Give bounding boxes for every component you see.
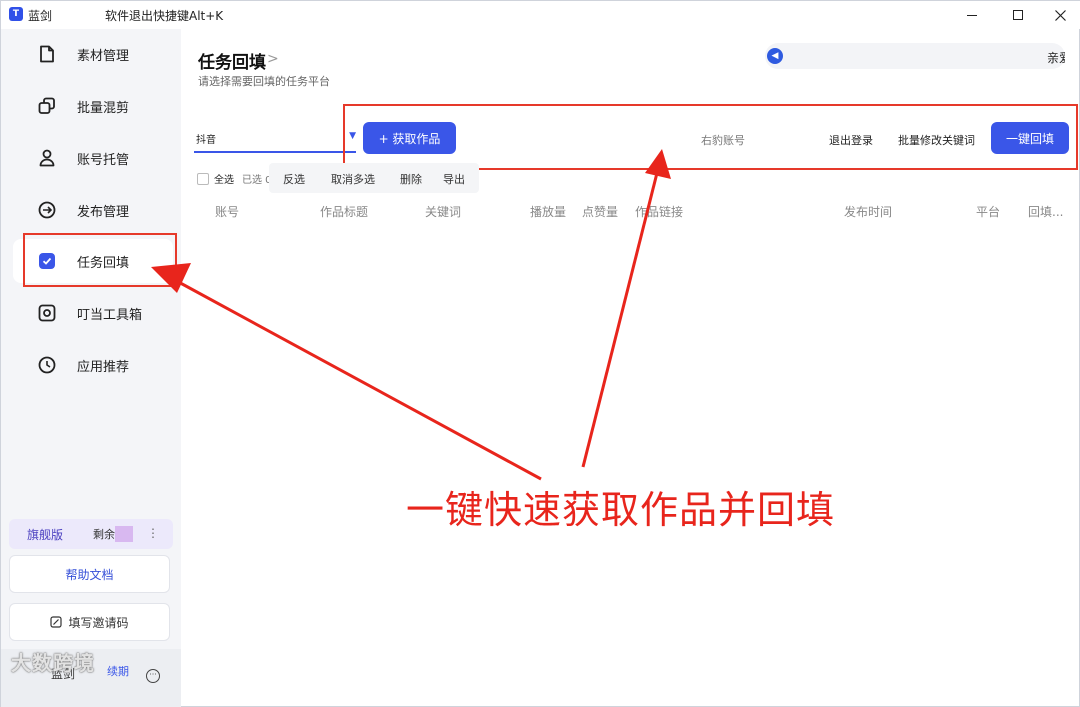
select-all-label: 全选 (214, 175, 234, 186)
platform-select[interactable]: 抖音 ▼ (194, 125, 356, 153)
page-subtitle: 请选择需要回填的任务平台 (198, 75, 330, 88)
plan-name: 旗舰版 (27, 527, 64, 542)
sidebar-item-label: 应用推荐 (77, 359, 130, 375)
delete-button[interactable]: 删除 (400, 171, 422, 187)
minimize-icon (967, 14, 977, 16)
select-all-checkbox[interactable] (197, 172, 209, 185)
column-header-keywords[interactable]: 关键词 (425, 203, 461, 220)
bulk-action-bar: 反选 取消多选 删除 导出 (269, 163, 479, 193)
column-header-link[interactable]: 作品链接 (635, 203, 683, 220)
sidebar-item-label: 批量混剪 (77, 100, 130, 116)
app-logo-icon: T (9, 7, 23, 21)
breadcrumb-arrow-icon: > (267, 51, 279, 67)
export-button[interactable]: 导出 (443, 171, 465, 187)
cancel-multi-select-button[interactable]: 取消多选 (331, 171, 375, 187)
sidebar-item-accounts[interactable]: 账号托管 (13, 136, 173, 180)
plan-remaining: 剩余 (93, 528, 116, 541)
close-icon (1054, 9, 1066, 21)
column-header-title[interactable]: 作品标题 (320, 203, 368, 220)
invert-selection-button[interactable]: 反选 (283, 171, 305, 187)
notice-text: 亲爱 (1047, 51, 1065, 65)
page-title: 任务回填 (198, 53, 266, 73)
minimize-button[interactable] (949, 1, 995, 29)
more-icon[interactable]: ⋮ (147, 526, 159, 540)
app-name: 蓝剑 (28, 9, 53, 23)
file-icon (37, 44, 57, 64)
speaker-icon: ◀ (767, 48, 783, 64)
select-all[interactable]: 全选 已选 0 (197, 171, 272, 186)
sidebar-item-batch-edit[interactable]: 批量混剪 (13, 84, 173, 128)
maximize-icon (1013, 10, 1023, 20)
recommend-icon (37, 355, 57, 375)
user-icon (37, 148, 57, 168)
notice-bar[interactable]: ◀ 亲爱 (765, 43, 1065, 69)
column-header-likes[interactable]: 点赞量 (582, 203, 618, 220)
redacted-block (115, 526, 134, 542)
sidebar-item-materials[interactable]: 素材管理 (13, 32, 173, 76)
sidebar-item-publish[interactable]: 发布管理 (13, 188, 173, 232)
sidebar-item-toolbox[interactable]: 叮当工具箱 (13, 291, 173, 335)
copy-icon (37, 96, 57, 116)
plan-card[interactable]: 旗舰版 剩余 ⋮ (9, 519, 173, 549)
help-docs-button[interactable]: 帮助文档 (9, 555, 170, 593)
publish-icon (37, 200, 57, 220)
watermark-text: 大数跨境 (11, 651, 95, 675)
platform-value: 抖音 (196, 135, 216, 146)
arrow-to-toolbar (581, 149, 671, 468)
toolbox-icon (37, 303, 57, 323)
renew-link[interactable]: 续期 (107, 663, 129, 679)
exit-shortcut-hint: 软件退出快捷键Alt+K (105, 9, 224, 23)
user-more-icon[interactable]: ··· (146, 669, 160, 683)
annotation-caption: 一键快速获取作品并回填 (406, 488, 836, 532)
selected-count: 已选 0 (242, 175, 272, 186)
sidebar: 素材管理 批量混剪 账号托管 发布管理 任务回填 叮当工具箱 应用推荐 旗舰版 … (1, 29, 181, 707)
invite-code-button[interactable]: 填写邀请码 (9, 603, 170, 641)
sidebar-item-label: 素材管理 (77, 48, 130, 64)
arrow-to-sidebar (151, 263, 542, 481)
column-header-platform[interactable]: 平台 (976, 203, 1000, 220)
column-header-plays[interactable]: 播放量 (530, 203, 566, 220)
sidebar-item-label: 账号托管 (77, 152, 130, 168)
invite-code-label: 填写邀请码 (68, 615, 129, 630)
maximize-button[interactable] (995, 1, 1041, 29)
close-button[interactable] (1037, 1, 1080, 29)
title-bar: T 蓝剑 软件退出快捷键Alt+K (1, 1, 1080, 29)
annotation-highlight-toolbar (343, 104, 1078, 170)
edit-icon (50, 616, 63, 628)
sidebar-item-label: 发布管理 (77, 204, 130, 220)
column-header-backfill[interactable]: 回填... (1028, 203, 1063, 220)
app-window: T 蓝剑 软件退出快捷键Alt+K 素材管理 批量混剪 账号托管 发布管理 任务… (0, 0, 1080, 707)
column-header-account[interactable]: 账号 (215, 203, 239, 220)
column-header-publish-time[interactable]: 发布时间 (844, 203, 892, 220)
sidebar-item-recommend[interactable]: 应用推荐 (13, 343, 173, 387)
annotation-highlight-sidebar (23, 233, 177, 287)
sidebar-item-label: 叮当工具箱 (77, 307, 143, 323)
